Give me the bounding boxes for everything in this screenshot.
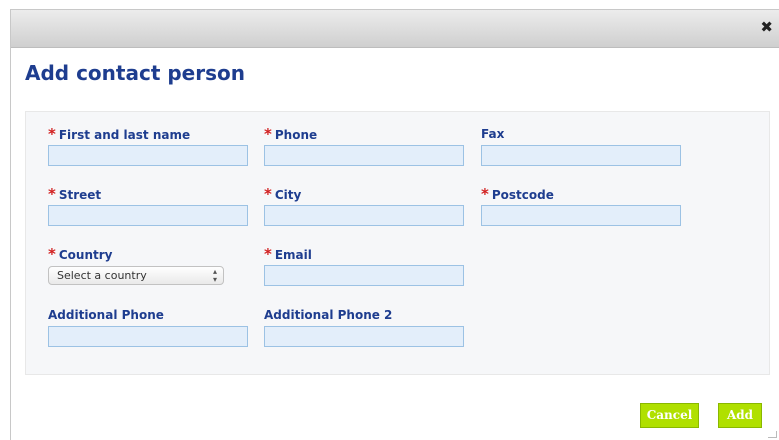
email-field: * Email [264, 246, 464, 286]
full-name-input[interactable] [48, 145, 248, 166]
city-field: * City [264, 186, 464, 226]
street-field: * Street [48, 186, 248, 226]
additional-phone-field: Additional Phone [48, 307, 248, 347]
close-icon[interactable]: ✖ [760, 19, 773, 35]
phone-label: * Phone [264, 125, 318, 143]
required-marker: * [48, 245, 56, 263]
postcode-field: * Postcode [481, 186, 681, 226]
street-label: * Street [48, 185, 102, 203]
postcode-input[interactable] [481, 205, 681, 226]
required-marker: * [264, 245, 272, 263]
country-select-value: Select a country [57, 269, 147, 282]
email-label: * Email [264, 245, 312, 263]
additional-phone-input[interactable] [48, 326, 248, 347]
street-input[interactable] [48, 205, 248, 226]
country-field: * Country Select a country ▴ ▾ [48, 246, 248, 285]
contact-form-panel: * First and last name * Phone Fax * Street … [25, 111, 770, 375]
required-marker: * [48, 185, 56, 203]
fax-input[interactable] [481, 145, 681, 166]
city-input[interactable] [264, 205, 464, 226]
phone-field: * Phone [264, 126, 464, 166]
email-input[interactable] [264, 265, 464, 286]
required-marker: * [264, 185, 272, 203]
required-marker: * [481, 185, 489, 203]
additional-phone-2-field: Additional Phone 2 [264, 307, 464, 347]
fax-label: Fax [481, 127, 505, 141]
select-arrows-icon: ▴ ▾ [212, 267, 217, 284]
additional-phone-2-label: Additional Phone 2 [264, 308, 393, 322]
required-marker: * [48, 125, 56, 143]
dialog-title: Add contact person [25, 61, 245, 85]
phone-input[interactable] [264, 145, 464, 166]
country-label: * Country [48, 245, 113, 263]
fax-field: Fax [481, 126, 681, 166]
city-label: * City [264, 185, 302, 203]
postcode-label: * Postcode [481, 185, 554, 203]
additional-phone-2-input[interactable] [264, 326, 464, 347]
additional-phone-label: Additional Phone [48, 308, 164, 322]
add-button[interactable]: Add [718, 403, 762, 428]
required-marker: * [264, 125, 272, 143]
dialog-titlebar[interactable]: ✖ [11, 10, 779, 48]
resize-handle[interactable] [768, 431, 777, 438]
full-name-label: * First and last name [48, 125, 191, 143]
country-select[interactable]: Select a country ▴ ▾ [48, 266, 224, 285]
cancel-button[interactable]: Cancel [640, 403, 699, 428]
add-contact-dialog: ✖ Add contact person * First and last nam… [10, 9, 779, 440]
full-name-field: * First and last name [48, 126, 248, 166]
